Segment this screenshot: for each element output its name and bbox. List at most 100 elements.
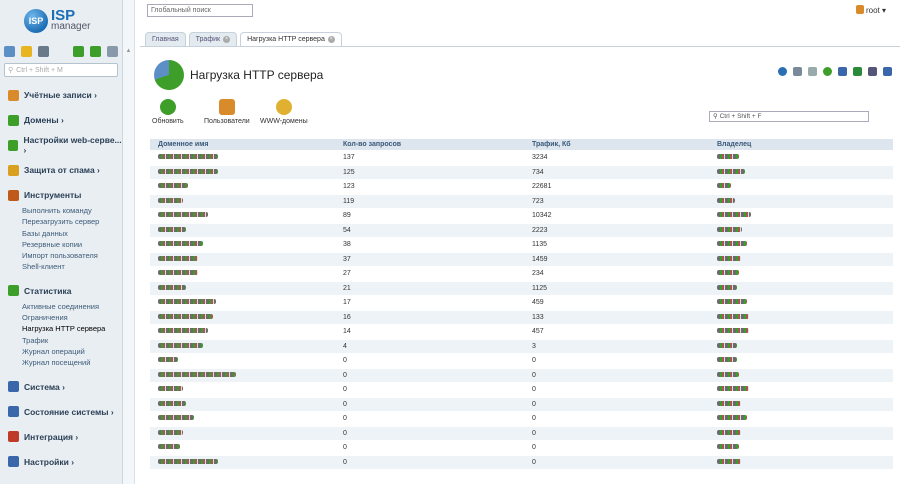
sidebar-subitem[interactable]: Импорт пользователя [22, 250, 122, 261]
sidebar-section[interactable]: Защита от спама › [0, 163, 122, 177]
sidebar-subitem[interactable]: Перезагрузить сервер [22, 216, 122, 227]
sidebar-section[interactable]: Инструменты [0, 188, 122, 202]
star-icon[interactable] [21, 45, 32, 57]
domain-cell [150, 299, 335, 306]
table-row[interactable]: 123 22681 [150, 180, 893, 195]
requests-cell: 0 [343, 415, 347, 423]
sidebar-subitem[interactable]: Выполнить команду [22, 205, 122, 216]
tab-http-load[interactable]: Нагрузка HTTP сервера × [240, 32, 342, 46]
domain-cell [150, 241, 335, 248]
sidebar-search-input[interactable]: ⚲ Ctrl + Shift + M [4, 63, 118, 77]
table-row[interactable]: 37 1459 [150, 252, 893, 267]
pin-icon[interactable] [808, 67, 817, 76]
table-row[interactable]: 00 [150, 383, 893, 398]
table-row[interactable]: 119 723 [150, 194, 893, 209]
domain-cell [150, 415, 335, 422]
sidebar-collapse-bar[interactable]: ▲ [123, 0, 135, 484]
column-domain[interactable]: Доменное имя [150, 141, 335, 148]
global-search-input[interactable]: Глобальный поиск [147, 4, 253, 17]
document-icon[interactable] [838, 67, 847, 76]
sidebar-subitem[interactable]: Ограничения [22, 312, 122, 323]
settings-icon[interactable] [883, 67, 892, 76]
logo[interactable]: ISP ISP manager [0, 0, 122, 42]
sidebar-subitem[interactable]: Shell-клиент [22, 261, 122, 272]
table-row[interactable]: 54 2223 [150, 223, 893, 238]
requests-cell: 0 [343, 444, 347, 452]
column-requests[interactable]: Кол-во запросов [335, 141, 524, 148]
traffic-cell: 234 [532, 270, 544, 278]
chevron-down-icon: ▾ [881, 6, 886, 15]
tab-traffic[interactable]: Трафик × [188, 32, 238, 46]
sidebar-subitem[interactable]: Журнал посещений [22, 357, 122, 368]
sidebar-subitem[interactable]: Журнал операций [22, 346, 122, 357]
table-row[interactable]: 43 [150, 339, 893, 354]
column-owner[interactable]: Владелец [709, 141, 893, 148]
sidebar-subitem[interactable]: Базы данных [22, 228, 122, 239]
domain-cell [150, 183, 335, 190]
table-row[interactable]: 14 457 [150, 325, 893, 340]
redacted-domain [158, 241, 203, 247]
table-row[interactable]: 00 [150, 397, 893, 412]
redacted-domain [158, 386, 183, 392]
table-row[interactable]: 00 [150, 368, 893, 383]
www-domains-button[interactable]: WWW-домены [260, 99, 308, 125]
table-row[interactable]: 00 [150, 412, 893, 427]
requests-cell: 119 [343, 197, 355, 205]
redacted-domain [158, 168, 218, 174]
pin-icon[interactable] [107, 45, 118, 57]
table-row[interactable]: 16 133 [150, 310, 893, 325]
traffic-cell: 0 [532, 458, 536, 466]
table-row[interactable]: 89 10342 [150, 209, 893, 224]
star-icon[interactable] [793, 67, 802, 76]
table-row[interactable]: 125 734 [150, 165, 893, 180]
requests-cell: 0 [343, 458, 347, 466]
sidebar-subitem[interactable]: Нагрузка HTTP сервера [22, 323, 122, 334]
briefcase-icon[interactable] [38, 45, 49, 57]
globe-icon[interactable] [823, 67, 832, 76]
sidebar-section[interactable]: Учётные записи › [0, 88, 122, 102]
user-menu[interactable]: root ▾ [855, 5, 886, 15]
refresh-button[interactable]: Обновить [152, 99, 184, 125]
table-filter-input[interactable]: ⚲ Ctrl + Shift + F [709, 111, 869, 122]
table-row[interactable]: 27 234 [150, 267, 893, 282]
sidebar-subitem[interactable]: Активные соединения [22, 301, 122, 312]
system-icon [8, 381, 19, 393]
refresh-icon[interactable] [778, 67, 787, 76]
expand-icon[interactable] [73, 45, 84, 57]
owner-cell [709, 313, 893, 321]
table-row[interactable]: 38 1135 [150, 238, 893, 253]
table-row[interactable]: 00 [150, 441, 893, 456]
table-row[interactable]: 17 459 [150, 296, 893, 311]
sidebar-section[interactable]: Статистика [0, 284, 122, 298]
sidebar-subitem[interactable]: Резервные копии [22, 239, 122, 250]
table-row[interactable]: 21 1125 [150, 281, 893, 296]
collapse-icon[interactable] [90, 45, 101, 57]
traffic-cell: 457 [532, 328, 544, 336]
table-row[interactable]: 137 3234 [150, 151, 893, 166]
sidebar-section[interactable]: Состояние системы › [0, 405, 122, 419]
domain-cell [150, 270, 335, 277]
excel-icon[interactable] [853, 67, 862, 76]
close-icon[interactable]: × [327, 36, 335, 43]
user-icon [218, 99, 235, 115]
table-row[interactable]: 00 [150, 354, 893, 369]
table-row[interactable]: 00 [150, 455, 893, 470]
top-bar: Глобальный поиск root ▾ Главная Трафик × … [135, 0, 900, 46]
table-row[interactable]: 00 [150, 426, 893, 441]
sidebar-section[interactable]: Домены › [0, 113, 122, 127]
grid-icon[interactable] [4, 45, 15, 57]
users-button[interactable]: Пользователи [204, 99, 250, 125]
sidebar-section[interactable]: Настройки › [0, 455, 122, 469]
logo-title: ISP [51, 7, 76, 24]
sidebar-section[interactable]: Система › [0, 380, 122, 394]
sidebar-subitem[interactable]: Трафик [22, 335, 122, 346]
sidebar-section[interactable]: Настройки web-серве... › [0, 135, 122, 155]
column-traffic[interactable]: Трафик, Кб [524, 141, 709, 148]
redacted-domain [158, 458, 218, 464]
tab-home[interactable]: Главная [145, 32, 186, 46]
close-icon[interactable]: × [223, 36, 231, 43]
redacted-owner [717, 284, 737, 290]
print-icon[interactable] [868, 67, 877, 76]
requests-cell: 21 [343, 284, 351, 292]
sidebar-section[interactable]: Интеграция › [0, 430, 122, 444]
